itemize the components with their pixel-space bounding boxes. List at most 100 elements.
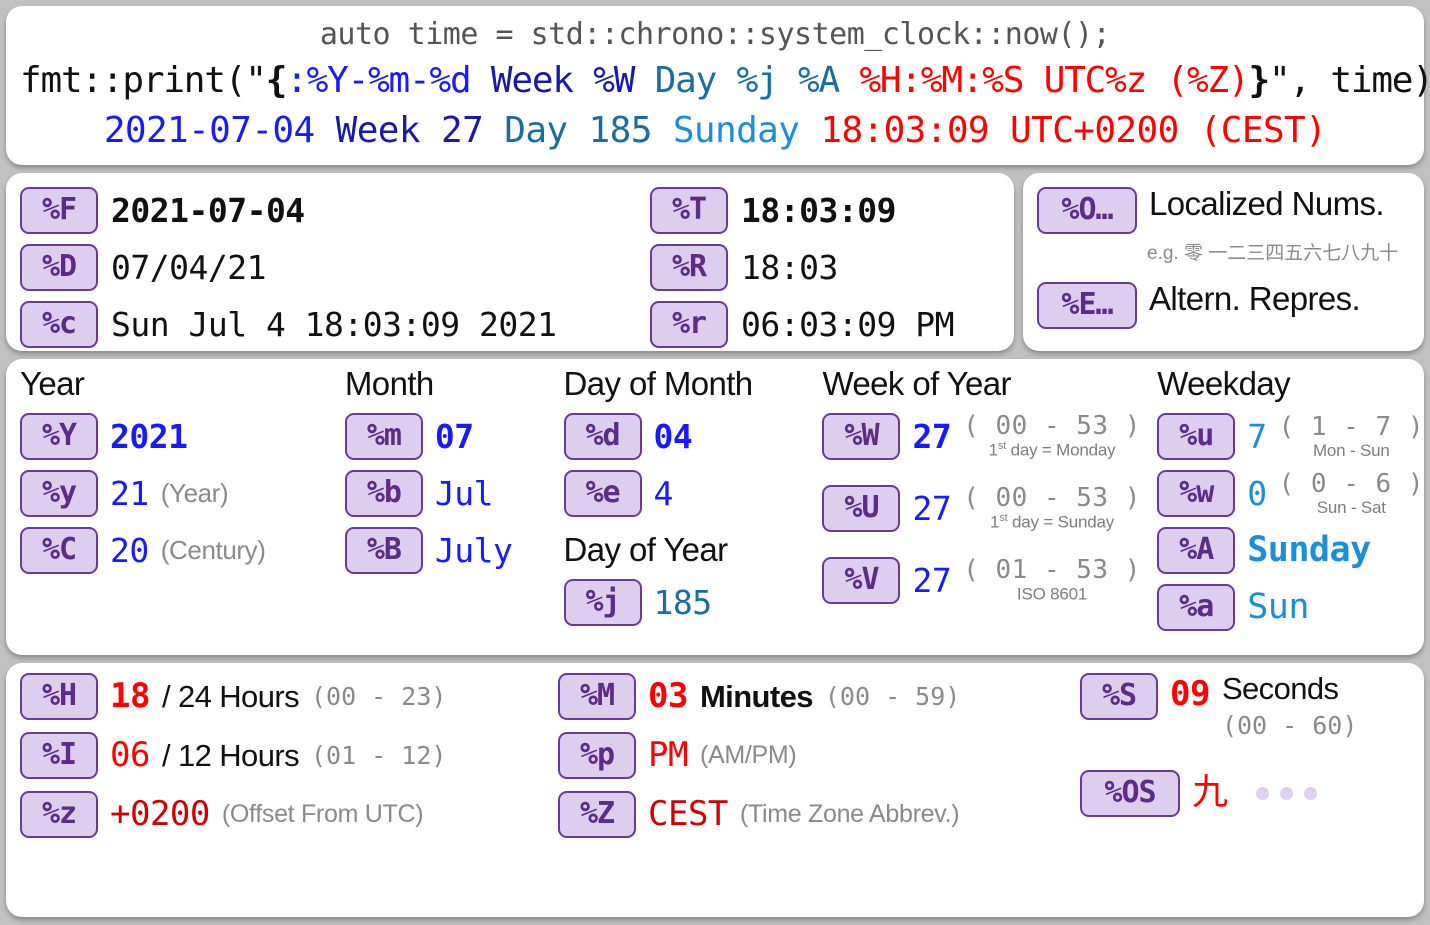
spec-row-O: %O… Localized Nums. [1037,186,1424,234]
value-u: 7 [1247,416,1267,456]
tag-j[interactable]: %j [563,578,642,626]
tag-r[interactable]: %r [650,300,728,348]
tag-D[interactable]: %D [20,243,98,291]
value-b: Jul [434,473,494,513]
value-d: 04 [653,416,693,456]
tag-a[interactable]: %a [1157,583,1236,631]
subnote-w: Sun - Sat [1316,497,1386,517]
tag-V[interactable]: %V [822,556,901,604]
tag-Y[interactable]: %Y [20,412,98,460]
full-date-column: %F 2021-07-04 %D 07/04/21 %c Sun Jul 4 1… [20,186,650,351]
tag-E[interactable]: %E… [1037,281,1137,329]
value-a: Sun [1247,586,1309,627]
tag-O[interactable]: %O… [1037,186,1137,234]
tag-R[interactable]: %R [650,243,728,291]
value-c: Sun Jul 4 18:03:09 2021 [111,304,557,344]
subnote-u: Mon - Sun [1312,440,1390,460]
tag-A[interactable]: %A [1157,526,1236,574]
range-H: (00 - 23) [310,681,447,711]
code-call-prefix: fmt::print(" [20,59,267,101]
range-W: ( 00 - 53 ) [963,411,1141,442]
spec-row-E: %E… Altern. Repres. [1037,279,1424,329]
spec-row-H: %H 18 / 24 Hours (00 - 23) [20,672,558,720]
range-U: ( 00 - 53 ) [963,483,1141,514]
value-p: PM [648,735,688,775]
tag-z[interactable]: %z [20,790,98,838]
value-y: 21 [110,473,149,513]
heading-day-of-month: Day of Month [563,364,754,402]
code-week-spec: Week %W [470,59,636,101]
heading-day-of-year: Day of Year [563,530,729,568]
output-date: 2021-07-04 [103,109,315,151]
tag-b[interactable]: %b [344,469,423,517]
spec-row-a: %a Sun [1157,583,1424,631]
spec-row-r: %r 06:03:09 PM [650,300,955,348]
tag-C[interactable]: %C [20,526,98,574]
value-B: July [434,530,513,570]
code-comment-line: auto time = std::chrono::system_clock::n… [319,17,1111,52]
value-e: 4 [653,473,674,513]
tag-B[interactable]: %B [344,526,423,574]
tag-c[interactable]: %c [20,300,98,348]
month-column: Month %m 07 %b Jul %B July [344,364,564,655]
spec-row-e: %e 4 [563,469,823,517]
tag-U[interactable]: %U [822,484,901,532]
hours-column: %H 18 / 24 Hours (00 - 23) %I 06 / 12 Ho… [20,672,558,918]
value-S: 09 [1170,673,1210,714]
tag-m[interactable]: %m [344,412,423,460]
value-z: +0200 [110,794,210,834]
spec-row-OS: %OS 九 [1080,769,1357,817]
value-m: 07 [434,416,474,456]
tag-S[interactable]: %S [1080,672,1158,720]
note-C: (Century) [160,535,266,565]
label-alternate-repres: Altern. Repres. [1149,279,1361,317]
tag-W[interactable]: %W [822,412,901,460]
tag-OS[interactable]: %OS [1080,769,1180,817]
value-T: 18:03:09 [741,190,896,230]
code-brace-open: { [265,59,288,101]
heading-month: Month [344,364,434,402]
tag-H[interactable]: %H [20,672,98,720]
heading-week-of-year: Week of Year [822,364,1011,402]
code-output-line: 2021-07-04 Week 27 Day 185 Sunday 18:03:… [20,108,1410,153]
tag-p[interactable]: %p [558,731,636,779]
value-j: 185 [653,582,713,622]
range-block-u: ( 1 - 7 ) Mon - Sun [1279,414,1424,459]
subnote-V: ISO 8601 [1016,584,1088,604]
value-Z: CEST [648,794,728,834]
spec-row-y: %y 21 (Year) [20,469,345,517]
date-components-card: Year %Y 2021 %y 21 (Year) %C 20 (Century… [6,358,1424,655]
value-F: 2021-07-04 [111,190,305,230]
tag-I[interactable]: %I [20,731,98,779]
time-components-card: %H 18 / 24 Hours (00 - 23) %I 06 / 12 Ho… [6,662,1424,918]
value-Y: 2021 [110,416,188,456]
range-u: ( 1 - 7 ) [1278,411,1424,442]
tag-e[interactable]: %e [563,469,642,517]
heading-year: Year [20,364,85,402]
tag-d[interactable]: %d [563,412,642,460]
code-date-spec: :%Y-%m-%d [286,59,471,101]
day-column: Day of Month %d 04 %e 4 Day of Year %j 1… [563,364,823,655]
tag-F[interactable]: %F [20,186,98,234]
range-block-U: ( 00 - 53 ) 1st day = Sunday [963,485,1141,531]
value-C: 20 [110,530,149,570]
spec-row-M: %M 03 Minutes (00 - 59) [558,672,1080,720]
spec-row-d: %d 04 [563,412,823,460]
tag-w[interactable]: %w [1157,469,1236,517]
output-week: Week 27 [335,109,484,151]
tag-u[interactable]: %u [1157,412,1236,460]
spec-row-m: %m 07 [344,412,564,460]
tag-y[interactable]: %y [20,469,98,517]
spec-row-D: %D 07/04/21 [20,243,650,291]
tag-Z[interactable]: %Z [558,790,636,838]
value-H: 18 [110,676,150,716]
spec-row-B: %B July [344,526,564,574]
value-A: Sunday [1247,529,1371,570]
tag-T[interactable]: %T [650,186,728,234]
tag-M[interactable]: %M [558,672,636,720]
range-I: (01 - 12) [310,740,447,770]
spec-row-p: %p PM (AM/PM) [558,731,1080,779]
spec-row-A: %A Sunday [1157,526,1424,574]
spec-row-j: %j 185 [563,578,823,626]
range-S: (00 - 60) [1221,710,1358,740]
